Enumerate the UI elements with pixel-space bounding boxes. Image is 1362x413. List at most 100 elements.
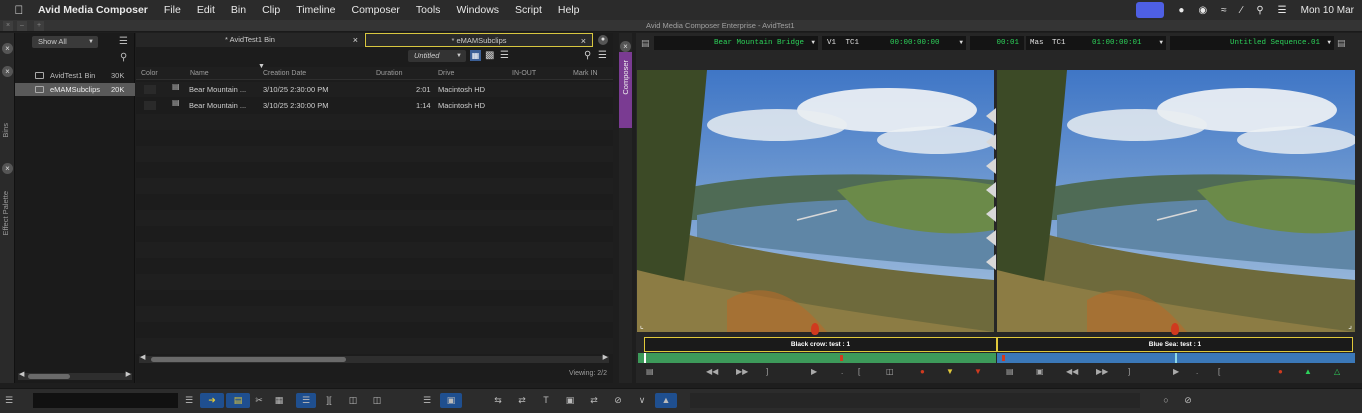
record-mark-out-button[interactable]: ]: [1128, 367, 1130, 376]
clip-marker-icon[interactable]: ◫: [886, 367, 894, 376]
record-add-marker-icon[interactable]: ●: [1278, 367, 1283, 376]
column-name[interactable]: Name: [190, 68, 209, 79]
composer-side-tab[interactable]: Composer: [619, 52, 632, 128]
record-position-indicator[interactable]: [1175, 353, 1177, 363]
add-marker-icon[interactable]: ●: [920, 367, 925, 376]
bins-side-label[interactable]: Bins: [1, 123, 10, 138]
menu-help[interactable]: Help: [558, 4, 580, 16]
source-clip-menu[interactable]: Bear Mountain Bridge ▼: [654, 36, 818, 50]
sync-lock-icon[interactable]: ⇆: [490, 393, 506, 408]
tab-emamsubclips[interactable]: * eMAMSubclips ×: [365, 33, 593, 47]
close-tab-icon[interactable]: ×: [581, 34, 586, 48]
menu-timeline[interactable]: Timeline: [296, 4, 335, 16]
scrollbar-thumb[interactable]: [28, 374, 70, 379]
record-step-forward-icon[interactable]: ▶▶: [1096, 367, 1108, 376]
record-timecode-display[interactable]: Mas TC1 01:00:00:01 ▼: [1026, 36, 1166, 50]
control-center-icon[interactable]: ☰: [1278, 5, 1287, 16]
record-loop-icon[interactable]: .: [1196, 367, 1198, 376]
column-mark-in[interactable]: Mark IN: [573, 68, 598, 79]
tab-avidtest1-bin[interactable]: * AvidTest1 Bin ×: [136, 33, 364, 47]
screen-mirroring-icon[interactable]: [1136, 2, 1165, 18]
toolbar-list-icon[interactable]: ☰: [182, 393, 196, 408]
slip-icon[interactable]: ◫: [346, 393, 360, 408]
step-forward-icon[interactable]: ▶▶: [736, 367, 748, 376]
table-row[interactable]: ▤ Bear Mountain ... 3/10/25 2:30:00 PM 2…: [136, 82, 613, 97]
bin-fast-menu-icon[interactable]: ●: [598, 35, 608, 45]
record-dot-icon[interactable]: ○: [1158, 393, 1174, 408]
collapse-icon[interactable]: ⇄: [586, 393, 602, 408]
bin-row-avidtest1[interactable]: AvidTest1 Bin 30K: [15, 69, 135, 82]
composer-close-icon[interactable]: ×: [620, 41, 631, 52]
menu-windows[interactable]: Windows: [456, 4, 499, 16]
bin-search-icon[interactable]: ⚲: [584, 50, 591, 61]
column-creation-date[interactable]: Creation Date: [263, 68, 306, 79]
record-mark-in-button[interactable]: [: [1218, 367, 1220, 376]
waveform-icon[interactable]: ∨: [634, 393, 650, 408]
fill-icon[interactable]: ▣: [562, 393, 578, 408]
column-duration[interactable]: Duration: [376, 68, 402, 79]
bin-horizontal-scrollbar[interactable]: ◀ ▶: [139, 353, 609, 363]
mark-out-button[interactable]: ]: [766, 367, 768, 376]
play-loop-icon[interactable]: .: [841, 367, 843, 376]
menu-bin[interactable]: Bin: [231, 4, 246, 16]
link-selection-icon[interactable]: ▣: [440, 393, 462, 408]
menu-file[interactable]: File: [164, 4, 181, 16]
toggle-source-record-icon[interactable]: ▣: [1036, 367, 1044, 376]
source-position-bar[interactable]: [638, 353, 996, 363]
record-step-back-icon[interactable]: ◀◀: [1066, 367, 1078, 376]
slide-icon[interactable]: ◫: [370, 393, 384, 408]
record-monitor[interactable]: ⌟: [997, 70, 1355, 332]
play-button[interactable]: ▶: [811, 367, 817, 376]
bin-filter-dropdown[interactable]: Show All ▼: [32, 36, 98, 48]
overwrite-icon[interactable]: ▼: [974, 367, 982, 376]
smart-tool-icon[interactable]: ☰: [296, 393, 316, 408]
extract-icon[interactable]: △: [1334, 367, 1340, 376]
menu-tools[interactable]: Tools: [416, 4, 441, 16]
cut-icon[interactable]: ✂: [252, 393, 266, 408]
step-back-icon[interactable]: ◀◀: [706, 367, 718, 376]
trim-roller-icon[interactable]: ][: [322, 393, 336, 408]
effect-palette-close-icon[interactable]: ×: [2, 163, 13, 174]
menu-clip[interactable]: Clip: [262, 4, 280, 16]
record-play-button[interactable]: ▶: [1173, 367, 1179, 376]
composer-menu-icon[interactable]: ▤: [641, 38, 650, 49]
toolbar-timecode-field[interactable]: [33, 393, 178, 408]
bluetooth-icon[interactable]: ∕: [1241, 5, 1243, 16]
audio-mixer-icon[interactable]: ☰: [420, 393, 434, 408]
trim-icon[interactable]: ▦: [272, 393, 286, 408]
close-window-icon[interactable]: ×: [3, 21, 13, 31]
column-in-out[interactable]: IN-OUT: [512, 68, 536, 79]
column-color[interactable]: Color: [141, 68, 158, 79]
bins-search-icon[interactable]: ⚲: [120, 52, 127, 63]
bin-menu-icon[interactable]: ☰: [598, 50, 607, 61]
search-icon[interactable]: ⚲: [1256, 5, 1263, 16]
bins-collapse-icon[interactable]: ×: [2, 66, 13, 77]
splice-in-icon[interactable]: ▼: [946, 367, 954, 376]
menu-edit[interactable]: Edit: [197, 4, 215, 16]
scroll-left-icon[interactable]: ◀: [140, 353, 145, 361]
menu-script[interactable]: Script: [515, 4, 542, 16]
audio-track-icon[interactable]: ⇄: [514, 393, 530, 408]
source-menu-icon[interactable]: ▤: [646, 367, 654, 376]
bins-horizontal-scrollbar[interactable]: ◀ ▶: [18, 370, 132, 380]
source-marker-pin-icon[interactable]: [811, 323, 819, 335]
mark-in-button[interactable]: [: [858, 367, 860, 376]
record-menu-button-icon[interactable]: ▤: [1006, 367, 1014, 376]
apple-icon[interactable]: : [0, 3, 38, 17]
record-position-bar[interactable]: [997, 353, 1355, 363]
scroll-right-icon[interactable]: ▶: [126, 370, 131, 378]
menu-composer[interactable]: Composer: [351, 4, 399, 16]
toolbar-menu-icon[interactable]: ☰: [3, 393, 15, 408]
menubar-date[interactable]: Mon 10 Mar: [1301, 5, 1354, 16]
highlight-icon[interactable]: ▲: [655, 393, 677, 408]
color-swatch[interactable]: [144, 85, 156, 94]
text-tool-icon[interactable]: T: [538, 393, 554, 408]
bins-menu-icon[interactable]: ☰: [119, 36, 128, 47]
record-marker-bar[interactable]: Blue Sea: test : 1: [997, 337, 1353, 352]
script-view-icon[interactable]: ▩: [485, 50, 494, 61]
record-menu-icon[interactable]: ▤: [1337, 38, 1346, 49]
chrome-icon[interactable]: ◉: [1198, 5, 1207, 16]
zoom-window-icon[interactable]: +: [34, 21, 44, 31]
sequence-menu[interactable]: Untitled Sequence.01 ▼: [1170, 36, 1334, 50]
close-tab-icon[interactable]: ×: [353, 33, 358, 47]
